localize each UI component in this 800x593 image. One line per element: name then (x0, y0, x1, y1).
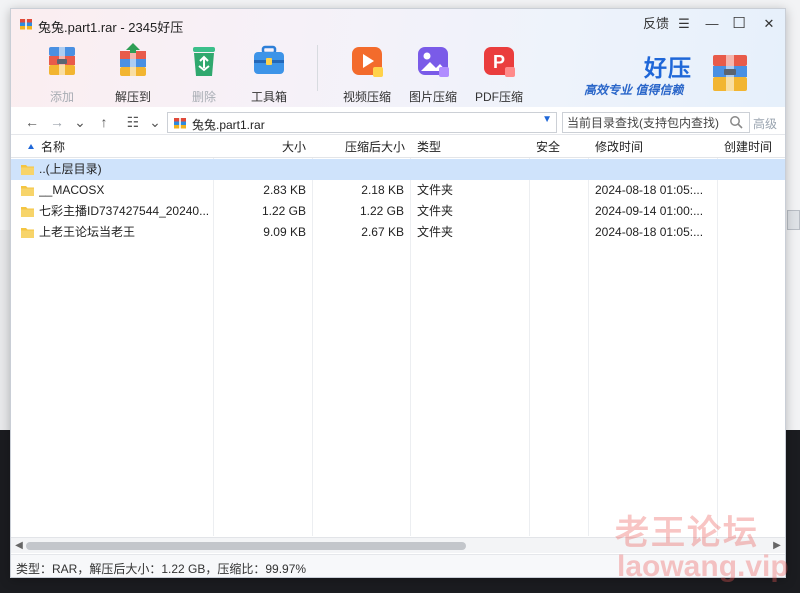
add-button[interactable]: 添加 (32, 41, 92, 105)
table-row[interactable]: 上老王论坛当老王 9.09 KB 2.67 KB 文件夹 2024-08-18 … (11, 222, 785, 243)
status-text: 类型：RAR，解压后大小：1.22 GB，压缩比：99.97% (16, 562, 307, 576)
maximize-button[interactable]: ☐ (729, 15, 749, 33)
feedback-button[interactable]: 反馈 (642, 15, 670, 33)
video-compress-button[interactable]: 视频压缩 (337, 41, 397, 105)
row-modified: 2024-08-18 01:05:... (595, 183, 704, 197)
row-packed-size: 2.67 KB (361, 225, 404, 239)
view-mode-button[interactable]: ☷ (124, 113, 142, 131)
scroll-left-icon[interactable]: ◀ (12, 539, 26, 553)
image-compress-icon (418, 47, 449, 77)
row-modified: 2024-09-14 01:00:... (595, 204, 704, 218)
delete-label: 删除 (191, 90, 216, 104)
add-button-label: 添加 (49, 90, 74, 104)
background-window-edge (0, 230, 10, 430)
row-name: 七彩主播ID737427544_20240... (39, 204, 210, 218)
image-compress-label: 图片压缩 (408, 90, 457, 104)
row-name: ..(上层目录) (39, 162, 102, 176)
recycle-icon (193, 47, 215, 76)
advanced-search-button[interactable]: 高级 (753, 115, 777, 132)
file-list: 名称 大小 压缩后大小 类型 安全 修改时间 创建时间 ..(上层目录) __M… (11, 136, 785, 537)
watermark-text: 老王论坛 (615, 514, 759, 552)
pdf-compress-icon: P (484, 47, 515, 77)
history-dropdown-button[interactable]: ⌄ (71, 113, 89, 131)
delete-button[interactable]: 删除 (174, 41, 234, 105)
up-directory-button[interactable]: ↑ (95, 113, 113, 131)
brand-slogan: 高效专业 值得信赖 (584, 83, 684, 97)
row-size: 2.83 KB (263, 183, 306, 197)
back-button[interactable]: ← (23, 113, 41, 131)
folder-icon (21, 186, 34, 196)
toolbox-label: 工具箱 (250, 90, 287, 104)
column-header-created[interactable]: 创建时间 (724, 136, 785, 158)
sort-ascending-icon[interactable] (28, 144, 34, 149)
extract-icon (120, 43, 146, 76)
folder-icon (21, 165, 34, 175)
path-text: 兔兔.part1.rar (192, 118, 265, 132)
toolbox-icon (254, 45, 284, 74)
folder-icon (21, 207, 34, 217)
table-row-parent[interactable]: ..(上层目录) (11, 159, 785, 180)
column-header-security[interactable]: 安全 (536, 136, 586, 158)
search-input[interactable] (563, 113, 721, 132)
close-button[interactable]: ✕ (759, 15, 779, 33)
image-compress-button[interactable]: 图片压缩 (403, 41, 463, 105)
watermark-url: laowang.vip (617, 550, 789, 583)
video-compress-icon (352, 47, 383, 77)
table-header: 名称 大小 压缩后大小 类型 安全 修改时间 创建时间 (11, 136, 785, 158)
toolbar-divider (317, 45, 318, 91)
column-header-modified[interactable]: 修改时间 (595, 136, 715, 158)
background-window-fragment (787, 210, 800, 230)
row-type: 文件夹 (417, 204, 454, 218)
column-header-packed-size[interactable]: 压缩后大小 (313, 136, 405, 158)
row-modified: 2024-08-18 01:05:... (595, 225, 704, 239)
row-type: 文件夹 (417, 183, 454, 197)
table-row[interactable]: 七彩主播ID737427544_20240... 1.22 GB 1.22 GB… (11, 201, 785, 222)
row-packed-size: 1.22 GB (359, 204, 404, 218)
path-dropdown-icon[interactable]: ▼ (542, 114, 552, 125)
row-type: 文件夹 (417, 225, 454, 239)
brand-logo-icon (713, 55, 747, 91)
column-header-name[interactable]: 名称 (41, 136, 191, 158)
window-title: 兔兔.part1.rar - 2345好压 (38, 20, 184, 35)
row-packed-size: 2.18 KB (361, 183, 404, 197)
pdf-compress-label: PDF压缩 (474, 90, 523, 104)
archive-file-icon (174, 118, 186, 129)
svg-text:P: P (493, 52, 505, 72)
minimize-button[interactable]: — (702, 15, 722, 33)
pdf-compress-button[interactable]: P PDF压缩 (469, 41, 529, 105)
path-field[interactable]: 兔兔.part1.rar ▼ (167, 112, 557, 133)
table-row[interactable]: __MACOSX 2.83 KB 2.18 KB 文件夹 2024-08-18 … (11, 180, 785, 201)
row-name: __MACOSX (39, 183, 105, 197)
search-field[interactable] (562, 112, 750, 133)
forward-button[interactable]: → (48, 113, 66, 131)
extract-to-label: 解压到 (114, 90, 151, 104)
row-name: 上老王论坛当老王 (39, 225, 136, 239)
column-header-type[interactable]: 类型 (417, 136, 517, 158)
add-archive-icon (49, 47, 75, 75)
row-size: 1.22 GB (261, 204, 306, 218)
toolbox-button[interactable]: 工具箱 (239, 41, 299, 105)
video-compress-label: 视频压缩 (342, 90, 391, 104)
app-logo-icon (20, 19, 32, 30)
row-size: 9.09 KB (263, 225, 306, 239)
extract-to-button[interactable]: 解压到 (103, 41, 163, 105)
navigation-bar: ← → ⌄ ↑ ☷ ⌄ 兔兔.part1.rar ▼ 高级 (11, 109, 785, 135)
brand-name: 好压 (644, 55, 692, 81)
search-icon[interactable] (729, 115, 744, 130)
archive-window: 兔兔.part1.rar - 2345好压 反馈 ☰ — ☐ ✕ 添加 解压到 … (10, 8, 786, 578)
column-header-size[interactable]: 大小 (214, 136, 306, 158)
menu-icon[interactable]: ☰ (674, 15, 694, 33)
title-toolbar-area: 兔兔.part1.rar - 2345好压 反馈 ☰ — ☐ ✕ 添加 解压到 … (11, 9, 785, 107)
folder-icon (21, 228, 34, 238)
scrollbar-thumb[interactable] (26, 542, 466, 550)
view-mode-dropdown[interactable]: ⌄ (146, 113, 164, 131)
